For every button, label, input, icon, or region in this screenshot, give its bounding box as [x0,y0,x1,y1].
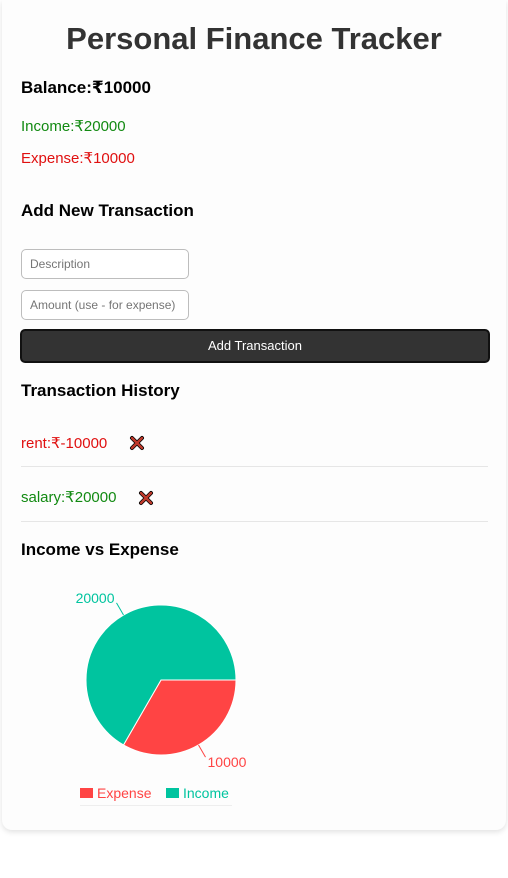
transaction-item-rent: rent:₹-10000 [21,435,108,452]
add-transaction-button[interactable]: Add Transaction [20,329,490,363]
add-transaction-heading: Add New Transaction [21,201,194,220]
legend-swatch-expense [80,788,93,798]
expense-total: Expense:₹10000 [21,150,135,167]
page-title: Personal Finance Tracker [66,21,442,56]
pie-data-label-income: 20000 [76,590,115,606]
legend-item-expense[interactable]: Expense [80,785,151,801]
description-input[interactable] [21,249,189,279]
history-divider [21,521,488,522]
pie-label-line-income [116,602,124,616]
pie-data-label-expense: 10000 [208,754,247,770]
amount-input[interactable] [21,290,189,320]
legend-label-income: Income [183,785,229,801]
balance-text: Balance:₹10000 [21,78,151,97]
pie-label-line-expense [198,744,206,758]
transaction-item-salary: salary:₹20000 [21,489,117,506]
legend-item-income[interactable]: Income [166,785,229,801]
close-icon[interactable] [138,490,154,506]
legend-divider [80,805,232,806]
income-expense-pie-chart: 10000 20000 [76,590,247,770]
history-divider [21,466,488,467]
chart-heading: Income vs Expense [21,540,179,559]
legend-label-expense: Expense [97,785,152,801]
transaction-history-heading: Transaction History [21,381,180,400]
income-total: Income:₹20000 [21,118,126,135]
close-icon[interactable] [129,435,145,451]
legend-swatch-income [166,788,179,798]
